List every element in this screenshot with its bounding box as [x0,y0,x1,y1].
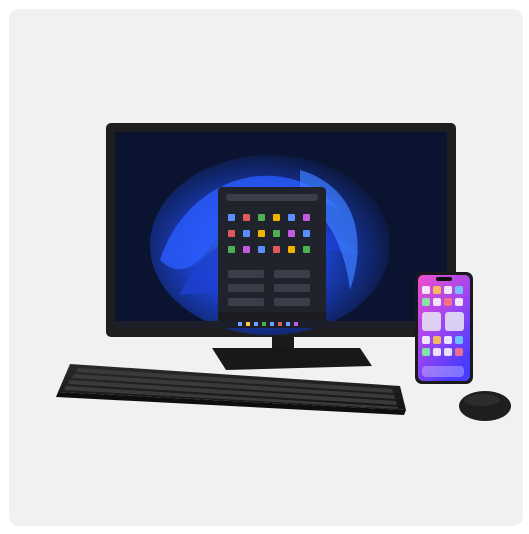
smartphone [415,272,473,384]
windows-start-menu-icon [218,187,326,322]
monitor [106,123,456,337]
keyboard [56,364,406,415]
mouse [459,391,511,421]
product-illustration [56,123,511,421]
taskbar-icon [115,321,447,328]
